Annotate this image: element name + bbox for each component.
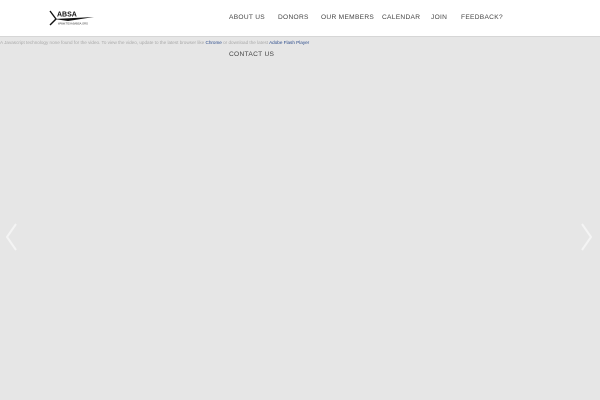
logo-subtext: WWW.TEXASABSA.ORG <box>58 22 88 26</box>
nav-donors[interactable]: DONORS <box>278 14 309 21</box>
notice-text: A Javascript technology none found for t… <box>0 40 205 45</box>
nav-join[interactable]: JOIN <box>431 14 447 21</box>
nav-our-members[interactable]: OUR MEMBERS <box>321 14 374 21</box>
notice-text-middle: or download the latest <box>223 40 269 45</box>
nav-feedback[interactable]: FEEDBACK? <box>461 14 503 21</box>
site-header: ABSA WWW.TEXASABSA.ORG ABOUT US DONORS O… <box>0 0 600 37</box>
nav-about-us[interactable]: ABOUT US <box>229 14 265 21</box>
chrome-link[interactable]: Chrome <box>206 40 222 45</box>
logo-graphic: ABSA WWW.TEXASABSA.ORG <box>49 10 94 26</box>
nav-calendar[interactable]: CALENDAR <box>382 14 420 21</box>
chevron-left-icon <box>5 223 17 251</box>
nav-contact-us[interactable]: CONTACT US <box>229 51 274 58</box>
logo-text: ABSA <box>57 12 77 19</box>
absa-logo[interactable]: ABSA WWW.TEXASABSA.ORG <box>48 9 96 27</box>
chevron-right-icon <box>581 223 593 251</box>
flash-notice: A Javascript technology none found for t… <box>0 38 600 47</box>
slider-next-button[interactable] <box>578 222 594 252</box>
flash-player-link[interactable]: Adobe Flash Player <box>269 40 309 45</box>
slider-prev-button[interactable] <box>4 222 20 252</box>
